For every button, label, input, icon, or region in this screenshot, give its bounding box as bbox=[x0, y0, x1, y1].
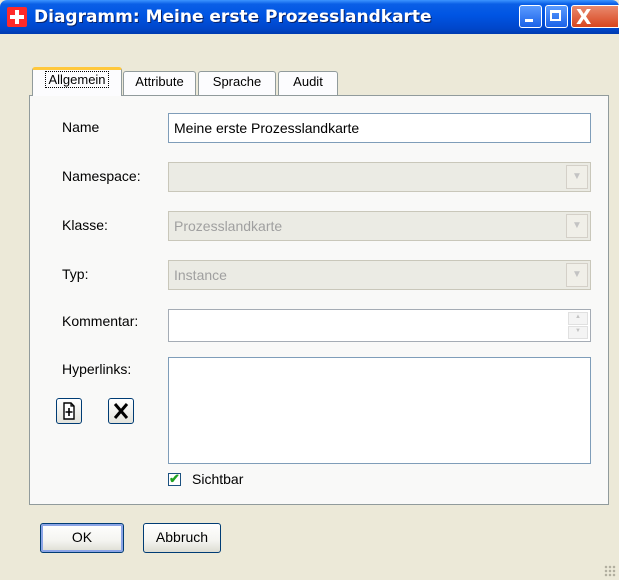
kommentar-spinner[interactable]: ▲ ▼ bbox=[568, 312, 588, 339]
add-hyperlink-button[interactable] bbox=[56, 398, 82, 424]
tab-sprache[interactable]: Sprache bbox=[198, 71, 276, 95]
tab-attribute[interactable]: Attribute bbox=[123, 71, 196, 95]
add-document-icon bbox=[63, 402, 75, 420]
app-cross-icon bbox=[7, 7, 27, 27]
spin-down-icon[interactable]: ▼ bbox=[568, 326, 588, 339]
sichtbar-checkbox[interactable]: ✔ bbox=[168, 471, 181, 486]
namespace-label: Namespace: bbox=[62, 168, 141, 184]
tab-label: Attribute bbox=[135, 74, 184, 89]
delete-x-icon bbox=[113, 403, 129, 419]
tab-label: Allgemein bbox=[45, 71, 109, 88]
sichtbar-label: Sichtbar bbox=[192, 471, 244, 487]
title-bar[interactable]: Diagramm: Meine erste Prozesslandkarte X bbox=[0, 0, 619, 34]
kommentar-label: Kommentar: bbox=[62, 313, 139, 329]
tab-label: Sprache bbox=[212, 74, 262, 89]
namespace-select[interactable]: ▼ bbox=[168, 162, 591, 192]
window-title: Diagramm: Meine erste Prozesslandkarte bbox=[34, 7, 432, 27]
typ-label: Typ: bbox=[62, 266, 89, 282]
spin-up-icon[interactable]: ▲ bbox=[568, 312, 588, 325]
checkmark-icon: ✔ bbox=[169, 471, 180, 486]
minimize-button[interactable] bbox=[519, 5, 542, 28]
kommentar-field[interactable]: ▲ ▼ bbox=[168, 309, 591, 342]
typ-value: Instance bbox=[174, 267, 227, 283]
close-button[interactable]: X bbox=[571, 5, 619, 28]
dialog-window: Diagramm: Meine erste Prozesslandkarte X… bbox=[0, 0, 619, 580]
ok-button[interactable]: OK bbox=[40, 523, 124, 553]
name-label: Name bbox=[62, 119, 100, 135]
tab-audit[interactable]: Audit bbox=[278, 71, 338, 95]
delete-hyperlink-button[interactable] bbox=[108, 398, 134, 424]
klasse-select[interactable]: Prozesslandkarte ▼ bbox=[168, 211, 591, 241]
close-icon: X bbox=[576, 5, 592, 29]
hyperlinks-list[interactable] bbox=[168, 357, 591, 464]
maximize-button[interactable] bbox=[545, 5, 568, 28]
hyperlinks-label: Hyperlinks: bbox=[62, 361, 132, 377]
klasse-value: Prozesslandkarte bbox=[174, 218, 283, 234]
chevron-down-icon[interactable]: ▼ bbox=[566, 214, 588, 238]
maximize-icon bbox=[550, 10, 561, 21]
chevron-down-icon[interactable]: ▼ bbox=[566, 263, 588, 287]
minimize-icon bbox=[525, 19, 533, 22]
resize-grip-icon[interactable] bbox=[604, 565, 616, 577]
tab-allgemein[interactable]: Allgemein bbox=[32, 67, 122, 96]
typ-select[interactable]: Instance ▼ bbox=[168, 260, 591, 290]
name-field[interactable]: Meine erste Prozesslandkarte bbox=[168, 113, 591, 143]
chevron-down-icon[interactable]: ▼ bbox=[566, 165, 588, 189]
tab-label: Audit bbox=[293, 74, 323, 89]
klasse-label: Klasse: bbox=[62, 217, 108, 233]
cancel-button[interactable]: Abbruch bbox=[143, 523, 221, 553]
